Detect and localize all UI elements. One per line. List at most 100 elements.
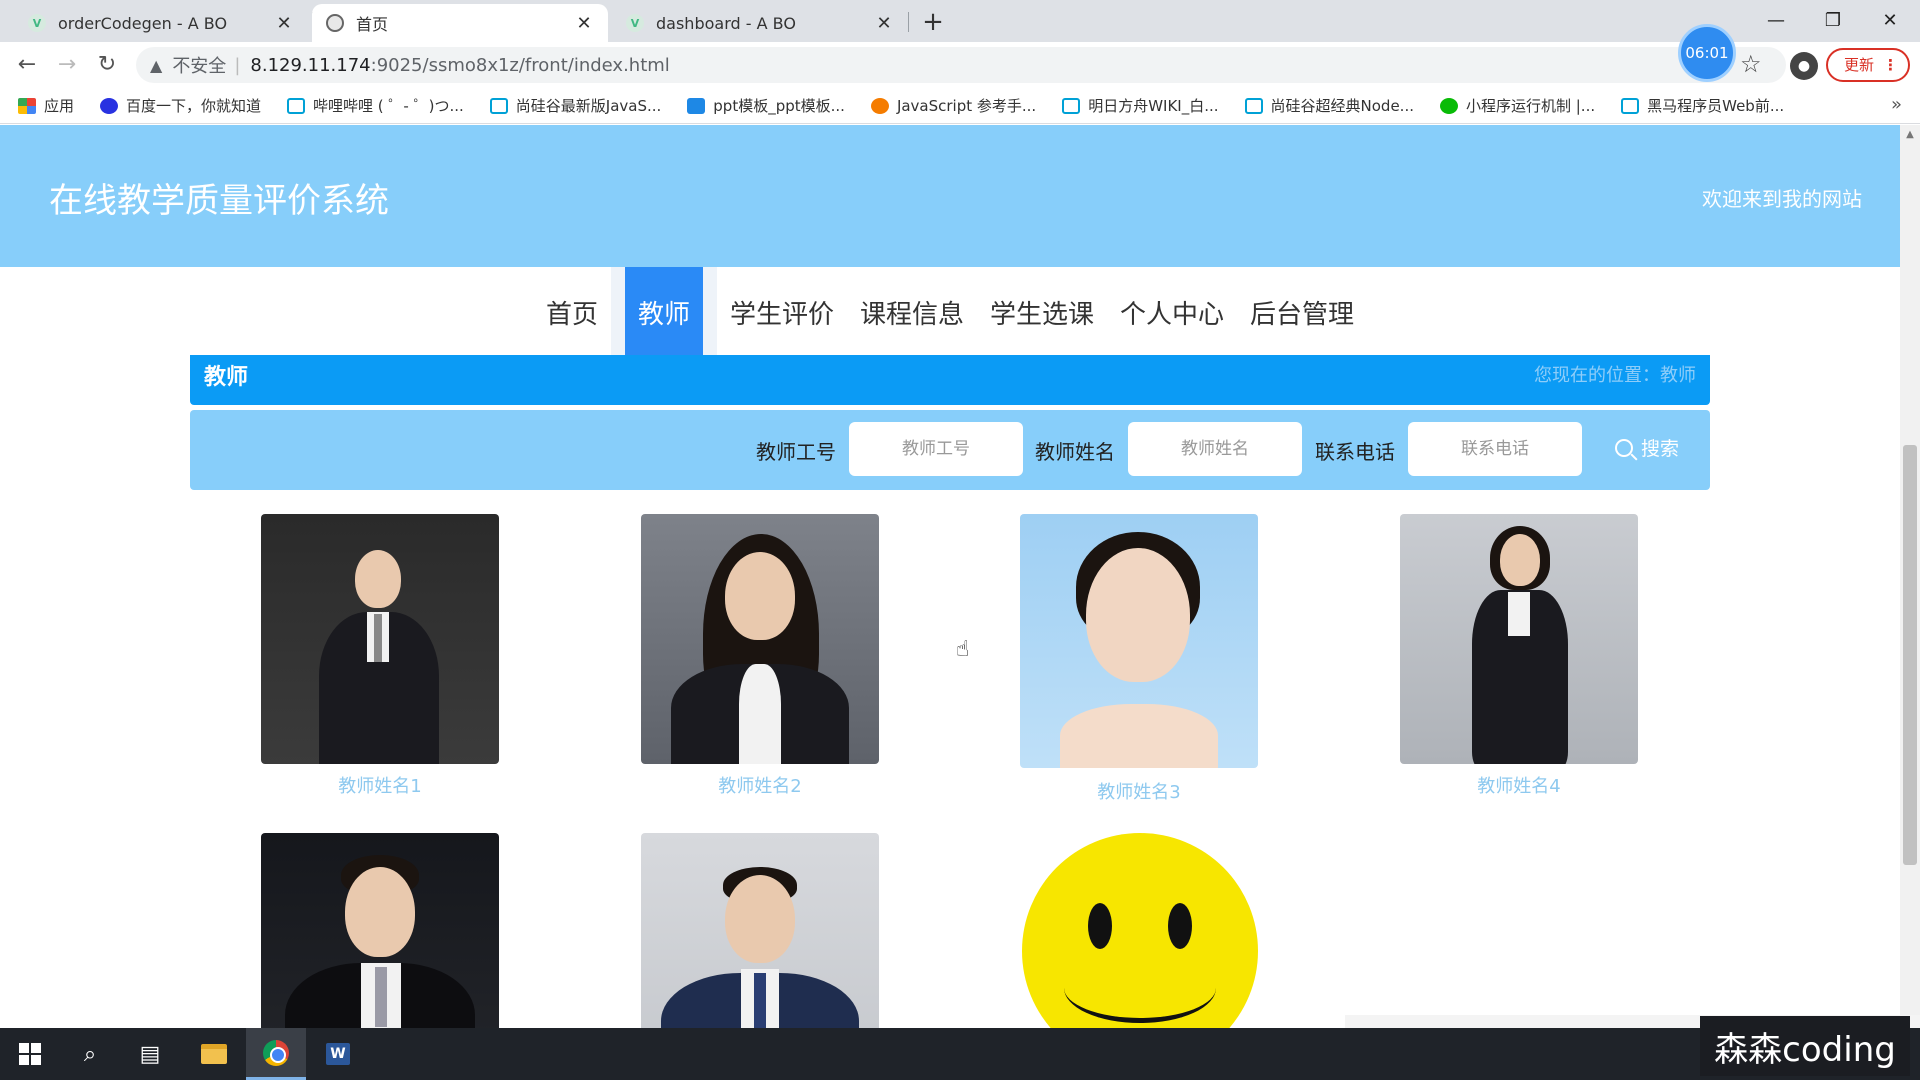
bookmark-label: 应用: [44, 97, 75, 115]
teacher-name-input[interactable]: [1128, 422, 1302, 476]
address-bar[interactable]: ▲ 不安全 | 8.129.11.174 :9025/ssmo8x1z/fron…: [136, 47, 1786, 83]
teacher-photo[interactable]: [261, 833, 499, 1028]
nav-home[interactable]: 首页: [533, 267, 611, 357]
nav-student-evaluation[interactable]: 学生评价: [717, 267, 847, 357]
bookmarks-bar: 应用 百度一下，你就知道 哔哩哔哩 ( ゜- ゜)つ... 尚硅谷最新版Java…: [0, 88, 1920, 124]
bilibili-icon: [1621, 97, 1640, 114]
tab-ordercodegen[interactable]: V orderCodegen - A BO ✕: [14, 4, 308, 42]
teacher-name-label: 教师姓名: [1035, 440, 1115, 464]
teacher-photo[interactable]: [641, 833, 879, 1028]
tab-home[interactable]: 首页 ✕: [312, 4, 608, 42]
nav-course-selection[interactable]: 学生选课: [977, 267, 1107, 357]
window-close-icon[interactable]: ✕: [1870, 6, 1910, 36]
search-icon: [1615, 438, 1633, 457]
teacher-card[interactable]: [1020, 831, 1258, 1028]
teacher-name[interactable]: 教师姓名1: [261, 772, 499, 798]
bookmark-item[interactable]: ppt模板_ppt模板...: [687, 95, 845, 116]
close-icon[interactable]: ✕: [274, 13, 294, 34]
teacher-id-input[interactable]: [849, 422, 1023, 476]
scroll-up-icon[interactable]: ▲: [1900, 129, 1920, 140]
bookmark-label: ppt模板_ppt模板...: [713, 97, 845, 115]
teacher-name[interactable]: 教师姓名2: [641, 772, 879, 798]
file-explorer-icon[interactable]: [184, 1028, 244, 1080]
bookmark-item[interactable]: 百度一下，你就知道: [100, 95, 261, 116]
vue-icon: V: [626, 14, 644, 32]
bookmark-item[interactable]: JavaScript 参考手...: [870, 95, 1036, 116]
bookmark-item[interactable]: 应用: [18, 95, 74, 116]
teacher-name[interactable]: 教师姓名4: [1400, 772, 1638, 798]
url-host: 8.129.11.174: [250, 54, 371, 76]
recording-timer: 06:01: [1678, 24, 1736, 82]
update-button[interactable]: 更新 ⋮: [1826, 48, 1910, 82]
bookmark-item[interactable]: 尚硅谷最新版JavaS...: [489, 95, 662, 116]
breadcrumb-position: 您现在的位置：教师: [1534, 365, 1696, 386]
baidu-icon: [100, 97, 119, 114]
bookmark-item[interactable]: 明日方舟WIKI_白...: [1062, 95, 1219, 116]
teacher-card[interactable]: 教师姓名2: [641, 514, 879, 798]
teacher-name[interactable]: 教师姓名3: [1020, 778, 1258, 804]
divider: |: [234, 54, 241, 76]
close-icon[interactable]: ✕: [574, 13, 594, 34]
scrollbar-thumb[interactable]: [1903, 445, 1917, 865]
watermark: 森森coding: [1700, 1016, 1910, 1076]
new-tab-button[interactable]: +: [918, 8, 948, 38]
search-button-label: 搜索: [1641, 438, 1680, 460]
back-icon[interactable]: ←: [10, 48, 44, 82]
teacher-photo[interactable]: [1020, 831, 1258, 1028]
nav-gutter: [610, 267, 625, 357]
nav-admin[interactable]: 后台管理: [1237, 267, 1367, 357]
nav-teacher[interactable]: 教师: [624, 267, 703, 357]
bookmark-item[interactable]: 黑马程序员Web前...: [1621, 95, 1784, 116]
url-path: :9025/ssmo8x1z/front/index.html: [370, 54, 670, 76]
account-icon[interactable]: ●: [1790, 52, 1818, 80]
bookmark-item[interactable]: 哔哩哔哩 ( ゜- ゜)つ...: [287, 95, 464, 116]
taskbar: ⌕ ▤ W: [0, 1028, 1920, 1080]
tab-title: dashboard - A BO: [656, 13, 796, 33]
teacher-card[interactable]: 教师姓名4: [1400, 514, 1638, 798]
bookmark-item[interactable]: 小程序运行机制 |...: [1439, 95, 1595, 116]
search-button[interactable]: 搜索: [1615, 434, 1679, 461]
chrome-icon[interactable]: [246, 1028, 306, 1080]
teacher-photo[interactable]: [261, 514, 499, 764]
site-title: 在线教学质量评价系统: [49, 181, 389, 221]
warning-icon: ▲: [150, 55, 163, 75]
wechat-icon: [1439, 97, 1458, 114]
js-icon: [870, 97, 889, 114]
restore-icon[interactable]: ❐: [1813, 6, 1853, 36]
update-label: 更新: [1844, 56, 1875, 74]
nav-personal-center[interactable]: 个人中心: [1107, 267, 1237, 357]
more-bookmarks-icon[interactable]: »: [1891, 94, 1902, 115]
teacher-card[interactable]: [261, 833, 499, 1028]
forward-icon[interactable]: →: [50, 48, 84, 82]
bookmark-label: 哔哩哔哩 ( ゜- ゜)つ...: [313, 97, 464, 115]
bookmark-label: 尚硅谷最新版JavaS...: [515, 97, 662, 115]
apps-icon: [18, 97, 36, 114]
reload-icon[interactable]: ↻: [90, 48, 124, 82]
bookmark-item[interactable]: 尚硅谷超经典Node...: [1244, 95, 1414, 116]
ppt-icon: [687, 97, 706, 114]
bilibili-icon: [489, 97, 508, 114]
minimize-icon[interactable]: —: [1756, 6, 1796, 36]
word-icon[interactable]: W: [308, 1028, 368, 1080]
close-icon[interactable]: ✕: [874, 13, 894, 34]
main-nav: 首页 教师 学生评价 课程信息 学生选课 个人中心 后台管理: [0, 267, 1900, 357]
search-icon[interactable]: ⌕: [60, 1028, 120, 1080]
phone-input[interactable]: [1408, 422, 1582, 476]
nav-course-info[interactable]: 课程信息: [847, 267, 977, 357]
teacher-id-label: 教师工号: [756, 440, 836, 464]
phone-label: 联系电话: [1315, 440, 1395, 464]
page-scrollbar[interactable]: ▲: [1900, 125, 1920, 1028]
teacher-card[interactable]: [641, 833, 879, 1028]
teacher-photo[interactable]: [641, 514, 879, 764]
start-button[interactable]: [0, 1028, 60, 1080]
teacher-photo[interactable]: [1400, 514, 1638, 764]
teacher-photo[interactable]: [1020, 514, 1258, 768]
browser-toolbar: ← → ↻ ▲ 不安全 | 8.129.11.174 :9025/ssmo8x1…: [0, 42, 1920, 88]
bookmark-star-icon[interactable]: ☆: [1740, 50, 1762, 78]
breadcrumb: 教师 您现在的位置：教师: [190, 355, 1710, 405]
task-view-icon[interactable]: ▤: [120, 1028, 180, 1080]
teacher-card[interactable]: 教师姓名3: [1020, 514, 1258, 804]
tab-dashboard[interactable]: V dashboard - A BO ✕: [612, 4, 908, 42]
teacher-card[interactable]: 教师姓名1: [261, 514, 499, 798]
page-title: 教师: [204, 365, 249, 390]
